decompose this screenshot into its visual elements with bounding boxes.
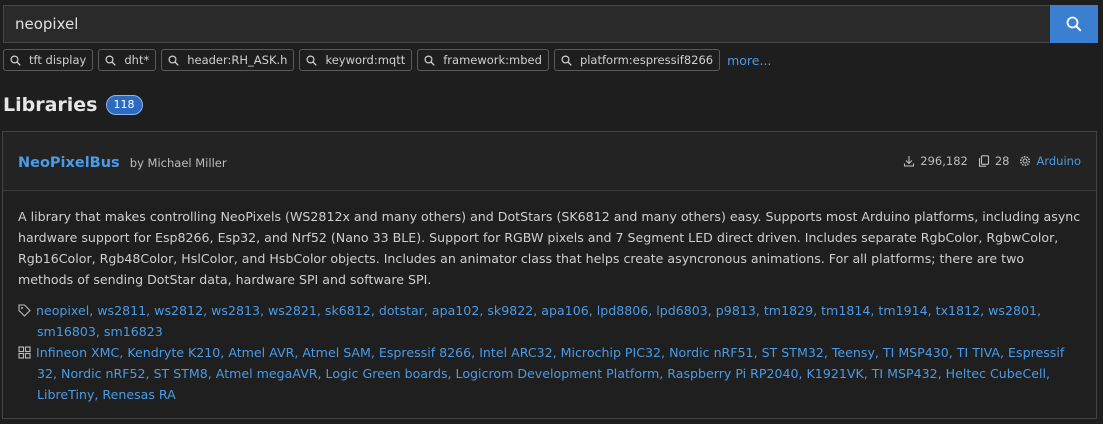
search-icon bbox=[105, 54, 117, 66]
search-icon bbox=[10, 54, 21, 66]
library-card: NeoPixelBus by Michael Miller 296,182 28 bbox=[2, 131, 1097, 419]
grid-icon bbox=[18, 346, 31, 359]
keywords-row: neopixel, ws2811, ws2812, ws2813, ws2821… bbox=[18, 300, 1083, 342]
chip-label: platform:espressif8266 bbox=[579, 53, 714, 67]
library-author: by Michael Miller bbox=[129, 155, 227, 170]
search-suggestions: tft display dht* header:RH_ASK.h keyword… bbox=[3, 49, 771, 71]
libraries-heading: Libraries 118 bbox=[3, 94, 143, 116]
chip-platform[interactable]: platform:espressif8266 bbox=[553, 49, 721, 71]
examples-count: 28 bbox=[994, 154, 1010, 168]
framework-stat: Arduino bbox=[1019, 154, 1081, 168]
library-description: A library that makes controlling NeoPixe… bbox=[18, 209, 1081, 287]
count-badge: 118 bbox=[105, 95, 143, 115]
copy-icon bbox=[978, 155, 989, 167]
framework-link[interactable]: Arduino bbox=[1036, 154, 1081, 168]
search-bar bbox=[3, 5, 1098, 43]
search-icon bbox=[168, 54, 179, 66]
page-title: Libraries bbox=[3, 94, 98, 116]
chip-keyword[interactable]: keyword:mqtt bbox=[299, 49, 413, 71]
library-stats: 296,182 28 Arduino bbox=[893, 154, 1081, 168]
downloads-count: 296,182 bbox=[920, 154, 968, 168]
chip-label: tft display bbox=[29, 53, 87, 67]
keywords-links[interactable]: neopixel, ws2811, ws2812, ws2813, ws2821… bbox=[36, 303, 1041, 339]
search-icon bbox=[1066, 16, 1082, 32]
search-icon bbox=[561, 54, 572, 66]
platforms-row: Infineon XMC, Kendryte K210, Atmel AVR, … bbox=[18, 342, 1083, 405]
tag-icon bbox=[18, 304, 31, 317]
search-button[interactable] bbox=[1050, 5, 1098, 43]
search-icon bbox=[424, 54, 436, 66]
chip-label: framework:mbed bbox=[443, 53, 542, 67]
library-card-header: NeoPixelBus by Michael Miller 296,182 28 bbox=[3, 132, 1096, 191]
chip-tft-display[interactable]: tft display bbox=[3, 49, 94, 71]
examples-stat: 28 bbox=[978, 154, 1010, 168]
library-name-link[interactable]: NeoPixelBus bbox=[18, 155, 120, 171]
search-input[interactable] bbox=[3, 5, 1050, 43]
download-icon bbox=[904, 156, 915, 167]
chip-label: dht* bbox=[124, 53, 150, 67]
chip-label: keyword:mqtt bbox=[325, 53, 406, 67]
downloads-stat: 296,182 bbox=[903, 154, 968, 168]
gear-icon bbox=[1020, 155, 1031, 167]
search-icon bbox=[306, 54, 318, 66]
chip-framework[interactable]: framework:mbed bbox=[417, 49, 549, 71]
chip-dht[interactable]: dht* bbox=[98, 49, 157, 71]
more-link[interactable]: more... bbox=[727, 53, 771, 68]
chip-header[interactable]: header:RH_ASK.h bbox=[161, 49, 295, 71]
chip-label: header:RH_ASK.h bbox=[187, 53, 288, 67]
library-meta: neopixel, ws2811, ws2812, ws2813, ws2821… bbox=[18, 300, 1083, 405]
platforms-links[interactable]: Infineon XMC, Kendryte K210, Atmel AVR, … bbox=[36, 345, 1064, 402]
